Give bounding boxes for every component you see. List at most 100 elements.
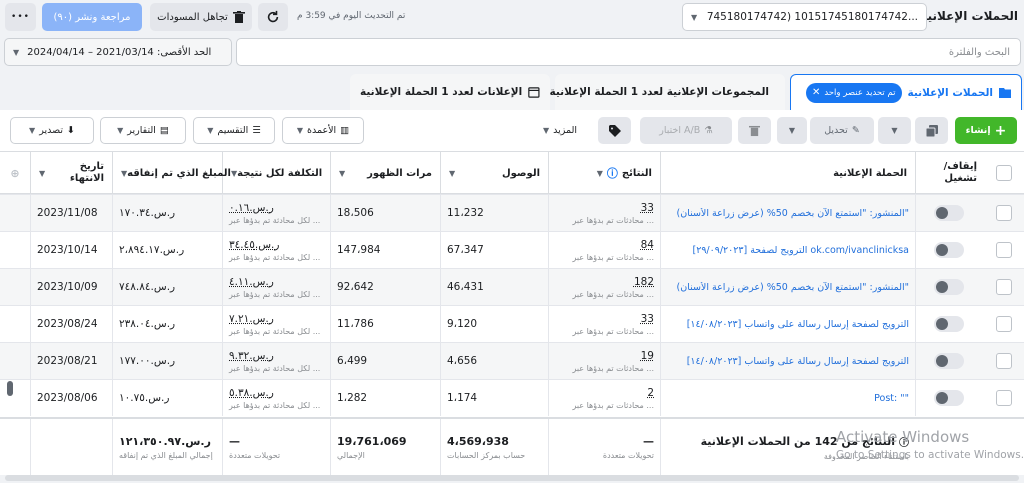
duplicate-icon xyxy=(925,124,938,137)
cell-results: 19 محادثات تم بدؤها عبر ... xyxy=(548,343,660,379)
table-row[interactable]: [١٤/٠٨/٢٠٢٣] الترويج لصفحة إرسال رسالة ع… xyxy=(0,305,1024,342)
campaign-name-link[interactable]: Post: "" xyxy=(874,393,909,404)
chevron-down-icon: ▼ xyxy=(691,12,698,22)
cell-campaign[interactable]: Post: "" xyxy=(660,380,915,416)
campaign-toggle[interactable] xyxy=(934,242,964,258)
header-impressions[interactable]: ▼ مرات الظهور xyxy=(330,152,440,194)
delete-button[interactable] xyxy=(738,117,771,144)
cell-spent: ر.س.٢٣٨.٠٤ xyxy=(112,306,222,342)
flask-icon: ⚗ xyxy=(704,125,713,136)
more-options-button[interactable]: ••• xyxy=(5,3,36,31)
duplicate-button[interactable] xyxy=(915,117,948,144)
reach-value: 46،431 xyxy=(447,281,484,293)
cell-campaign[interactable]: [١٤/٠٨/٢٠٢٣] الترويج لصفحة إرسال رسالة ع… xyxy=(660,343,915,379)
reports-dropdown[interactable]: ▼ التقارير ▤ xyxy=(100,117,186,144)
cost-value: ر.س.٤.١١ xyxy=(229,275,274,288)
date-range-picker[interactable]: ▼ الحد الأقصى: 2021/03/14 – 2024/04/14 xyxy=(4,38,232,66)
activation-watermark-title: Activate Windows xyxy=(836,428,970,446)
row-checkbox[interactable] xyxy=(996,242,1012,258)
export-button[interactable]: ▼ تصدير ⬇ xyxy=(10,117,94,144)
header-reach[interactable]: ▼ الوصول xyxy=(440,152,548,194)
cost-subtext: لكل محادثة تم بدؤها عبر ... xyxy=(229,326,321,336)
edit-dropdown[interactable]: ▼ xyxy=(777,117,807,144)
edit-button[interactable]: تحديل ✎ xyxy=(810,117,874,144)
campaign-name-link[interactable]: المنشور: "استمتع الآن بخصم 50% (عرض زراع… xyxy=(677,208,909,219)
cell-impressions: 147،984 xyxy=(330,232,440,268)
header-end-date[interactable]: ▼ تاريخ الانتهاء xyxy=(30,152,112,194)
header-spent[interactable]: ▼ المبلغ الذي تم إنفاقه xyxy=(112,152,231,194)
row-checkbox[interactable] xyxy=(996,279,1012,295)
select-all-checkbox[interactable] xyxy=(996,165,1012,181)
header-campaign[interactable]: الحملة الإعلانية xyxy=(660,152,915,194)
row-toggle-cell xyxy=(915,269,985,305)
cell-reach: 67،347 xyxy=(440,232,548,268)
row-checkbox[interactable] xyxy=(996,390,1012,406)
sort-icon: ▼ xyxy=(339,168,346,178)
chevron-down-icon: ▼ xyxy=(29,126,36,135)
cell-spent: ر.س.٧٤٨.٨٤ xyxy=(112,269,222,305)
tab-ads[interactable]: الإعلانات لعدد 1 الحملة الإعلانية xyxy=(350,74,550,110)
table-header: إيقاف/ تشغيل الحملة الإعلانية ▼ ⓘ النتائ… xyxy=(0,152,1024,194)
campaign-name-link[interactable]: [٢٩/٠٩/٢٠٢٣] الترويج لصفحة ok.com/ivancl… xyxy=(693,245,910,256)
refresh-button[interactable] xyxy=(258,3,288,31)
campaign-toggle[interactable] xyxy=(934,353,964,369)
vertical-scrollbar[interactable] xyxy=(7,381,13,396)
campaign-toggle[interactable] xyxy=(934,205,964,221)
row-checkbox[interactable] xyxy=(996,205,1012,221)
ab-test-button[interactable]: اختبار A/B ⚗ xyxy=(640,117,732,144)
table-row[interactable]: Post: "" 2 محادثات تم بدؤها عبر ... 1،174 1،… xyxy=(0,379,1024,416)
tab-adsets[interactable]: المجموعات الإعلانية لعدد 1 الحملة الإعلا… xyxy=(550,74,785,110)
cell-cost: ر.س.٠.١٦ لكل محادثة تم بدؤها عبر ... xyxy=(222,195,330,231)
header-toggle[interactable]: إيقاف/ تشغيل xyxy=(915,152,985,194)
row-checkbox[interactable] xyxy=(996,353,1012,369)
cell-campaign[interactable]: المنشور: "استمتع الآن بخصم 50% (عرض زراع… xyxy=(660,195,915,231)
search-input[interactable]: البحث والفلترة xyxy=(236,38,1021,66)
cell-results: 2 محادثات تم بدؤها عبر ... xyxy=(548,380,660,416)
header-results[interactable]: ▼ ⓘ النتائج xyxy=(548,152,660,194)
table-row[interactable]: [٢٩/٠٩/٢٠٢٣] الترويج لصفحة ok.com/ivancl… xyxy=(0,231,1024,268)
results-value: 2 xyxy=(647,386,654,399)
table-row[interactable]: [١٤/٠٨/٢٠٢٣] الترويج لصفحة إرسال رسالة ع… xyxy=(0,342,1024,379)
review-publish-button[interactable]: مراجعة ونشر (٩٠) xyxy=(42,3,142,31)
tag-button[interactable] xyxy=(598,117,631,144)
cost-value: ر.س.٠.١٦ xyxy=(229,201,274,214)
campaign-name-link[interactable]: المنشور: "استمتع الآن بخصم 50% (عرض زراع… xyxy=(677,282,909,293)
breakdown-dropdown[interactable]: ▼ التقسيم ☰ xyxy=(193,117,275,144)
horizontal-scrollbar[interactable] xyxy=(5,475,1019,481)
search-placeholder: البحث والفلترة xyxy=(948,46,1010,58)
cell-impressions: 18،506 xyxy=(330,195,440,231)
more-dropdown[interactable]: ▼ المزيد xyxy=(530,117,590,144)
close-icon[interactable]: ✕ xyxy=(812,87,820,98)
date-range-label: الحد الأقصى: 2021/03/14 – 2024/04/14 xyxy=(27,46,212,58)
row-checkbox[interactable] xyxy=(996,316,1012,332)
cost-value: ر.س.٩.٣٢ xyxy=(229,349,274,362)
cell-campaign[interactable]: [١٤/٠٨/٢٠٢٣] الترويج لصفحة إرسال رسالة ع… xyxy=(660,306,915,342)
campaign-name-link[interactable]: [١٤/٠٨/٢٠٢٣] الترويج لصفحة إرسال رسالة ع… xyxy=(687,319,909,330)
impressions-value: 147،984 xyxy=(337,244,381,256)
header-cost[interactable]: ▼ التكلفة لكل نتيجة xyxy=(222,152,330,194)
create-button[interactable]: إنشاء + xyxy=(955,117,1017,144)
campaign-toggle[interactable] xyxy=(934,390,964,406)
add-column-button[interactable]: ⊕ xyxy=(0,152,30,194)
folder-icon xyxy=(999,88,1011,98)
account-selector[interactable]: ▼ 745180174742) 10151745180174742... xyxy=(682,3,927,31)
discard-drafts-button[interactable]: تجاهل المسودات xyxy=(150,3,252,31)
table-row[interactable]: المنشور: "استمتع الآن بخصم 50% (عرض زراع… xyxy=(0,268,1024,305)
columns-dropdown[interactable]: ▼ الأعمدة ▥ xyxy=(282,117,364,144)
spent-value: ر.س.٧٤٨.٨٤ xyxy=(119,281,176,293)
duplicate-dropdown[interactable]: ▼ xyxy=(878,117,911,144)
cell-reach: 9،120 xyxy=(440,306,548,342)
selected-chip[interactable]: ✕ تم تحديد عنصر واحد xyxy=(805,82,902,103)
results-value: 33 xyxy=(640,201,654,214)
cell-campaign[interactable]: [٢٩/٠٩/٢٠٢٣] الترويج لصفحة ok.com/ivancl… xyxy=(660,232,915,268)
cell-campaign[interactable]: المنشور: "استمتع الآن بخصم 50% (عرض زراع… xyxy=(660,269,915,305)
campaign-toggle[interactable] xyxy=(934,279,964,295)
cell-cost: ر.س.٣٤.٤٥ لكل محادثة تم بدؤها عبر ... xyxy=(222,232,330,268)
table-row[interactable]: المنشور: "استمتع الآن بخصم 50% (عرض زراع… xyxy=(0,194,1024,231)
campaign-name-link[interactable]: [١٤/٠٨/٢٠٢٣] الترويج لصفحة إرسال رسالة ع… xyxy=(687,356,909,367)
reach-value: 9،120 xyxy=(447,318,478,330)
tab-campaigns[interactable]: ✕ تم تحديد عنصر واحد الحملات الإعلانية xyxy=(790,74,1022,110)
tag-icon xyxy=(608,124,621,137)
campaign-toggle[interactable] xyxy=(934,316,964,332)
cost-subtext: لكل محادثة تم بدؤها عبر ... xyxy=(229,363,321,373)
